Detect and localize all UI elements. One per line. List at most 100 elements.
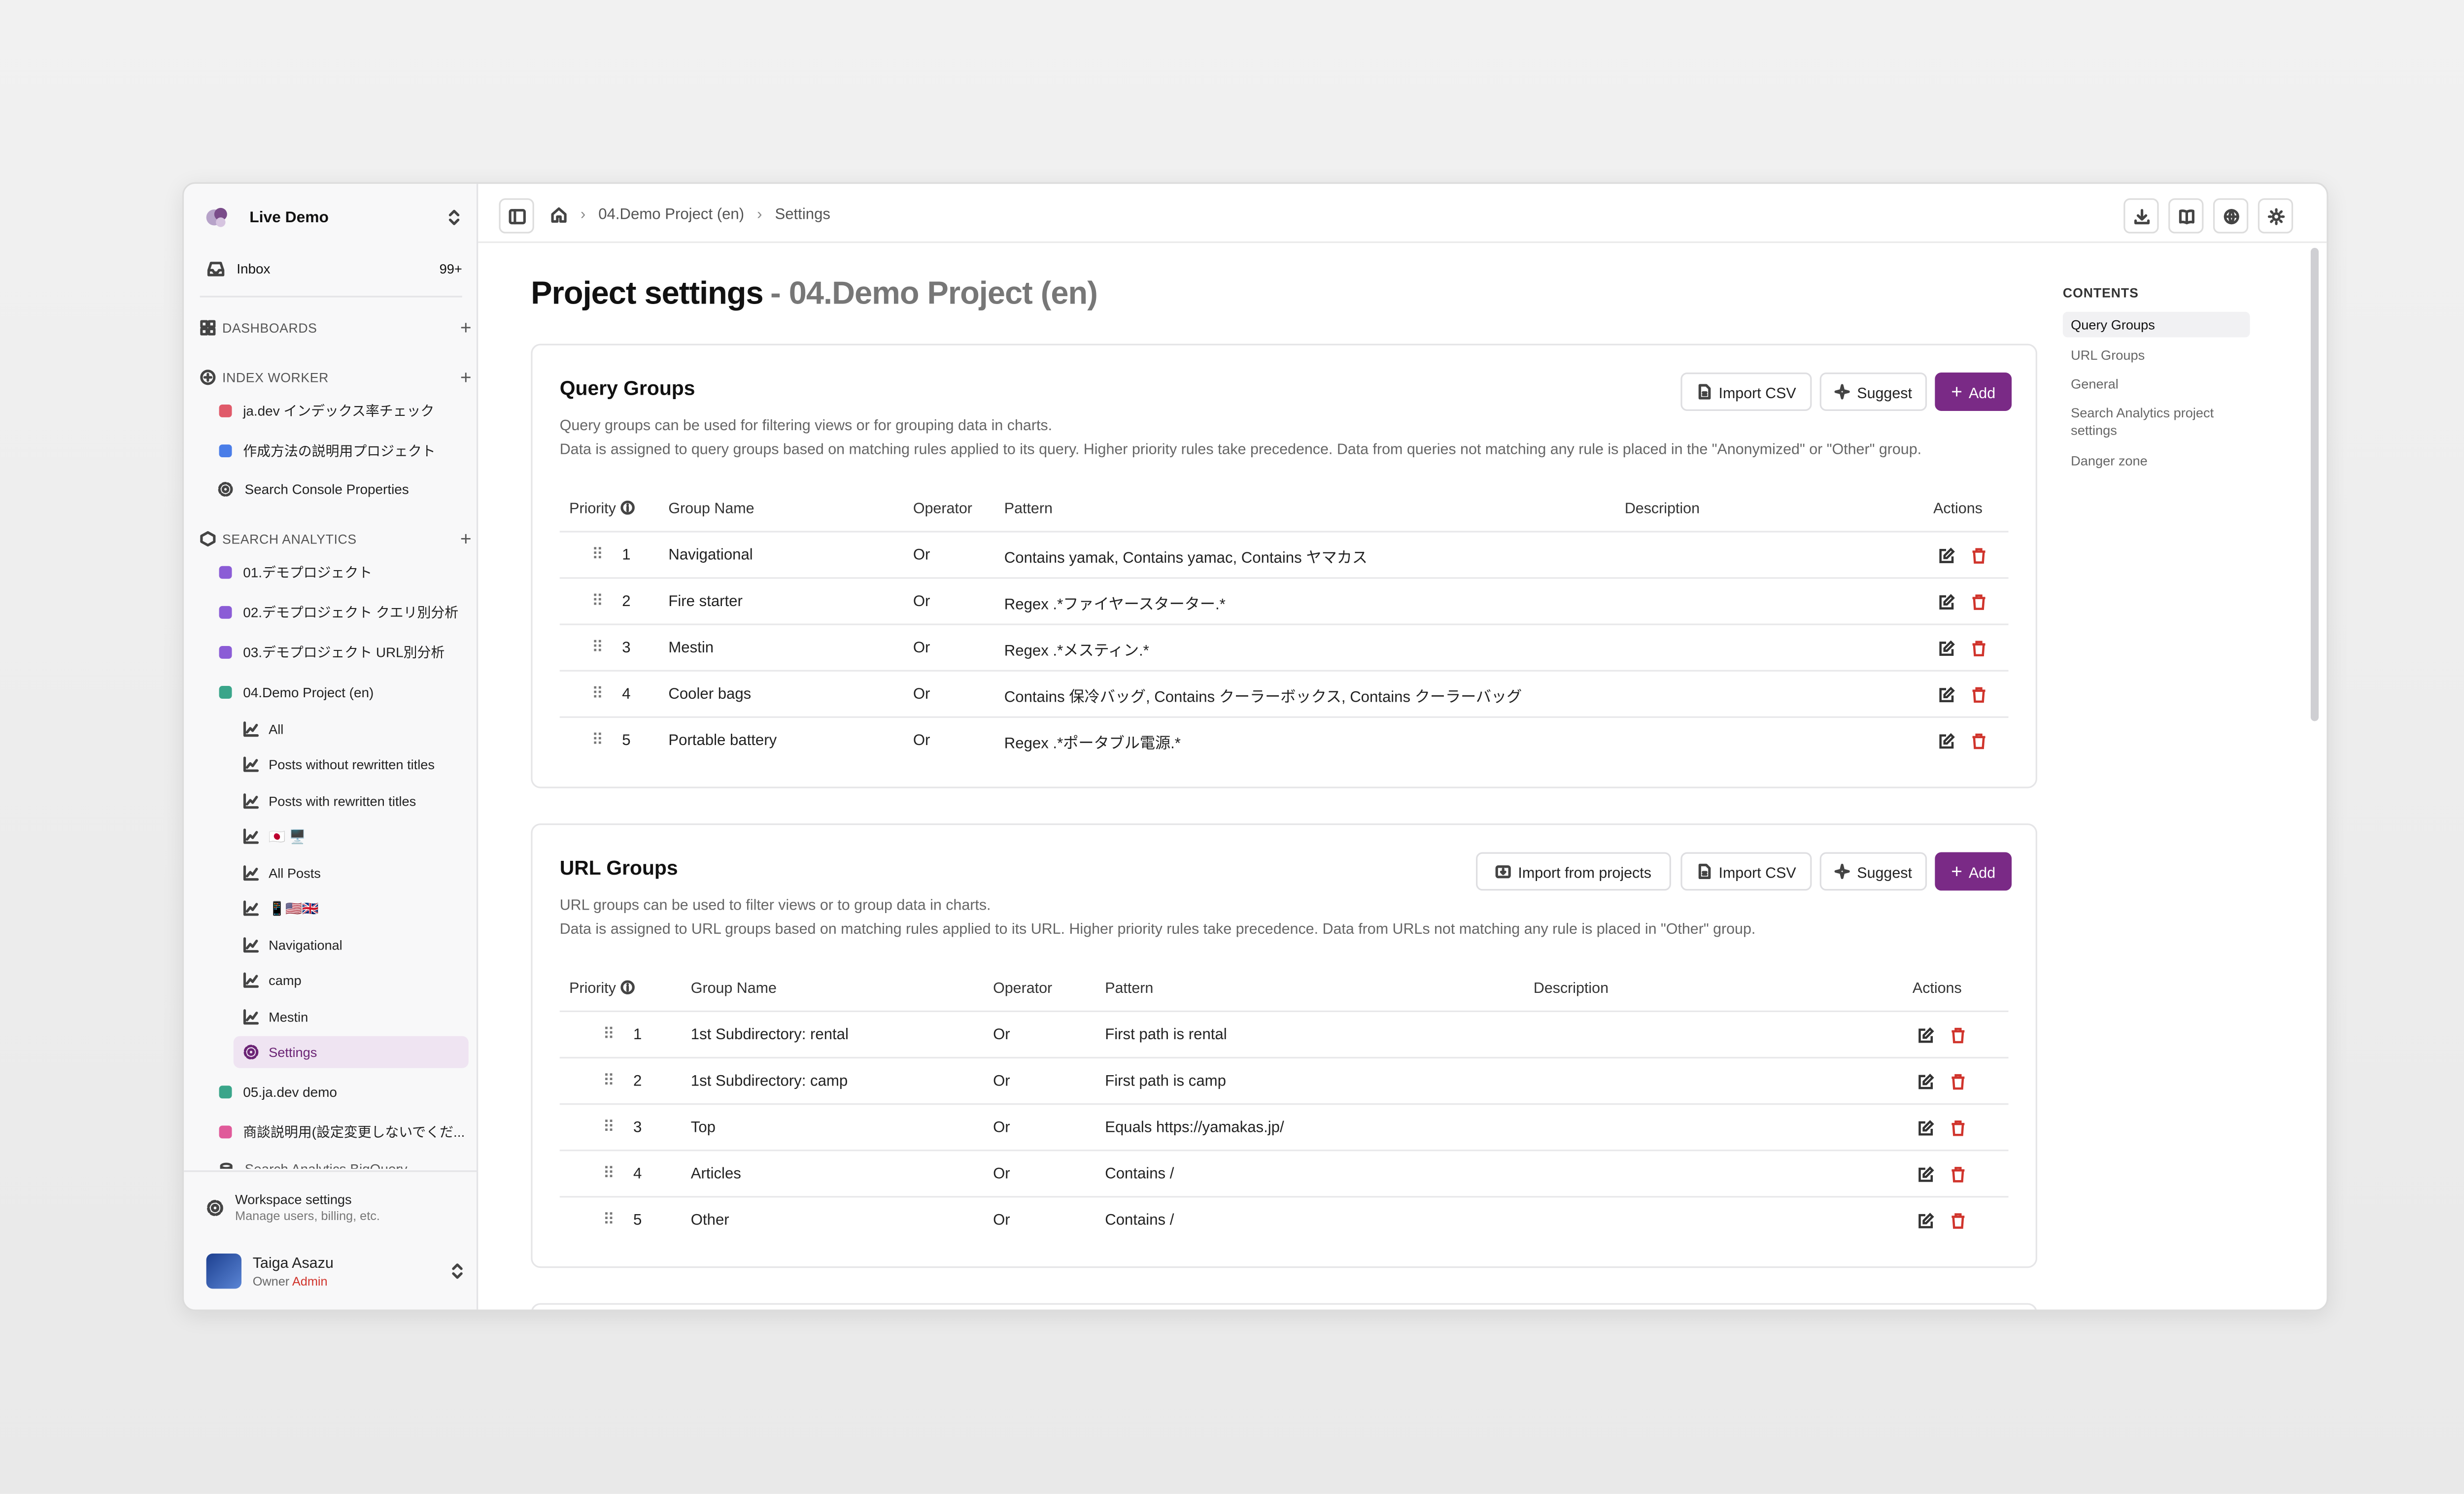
delete-icon[interactable] (1970, 579, 1988, 625)
view-item-settings[interactable]: Settings (233, 1036, 469, 1068)
edit-icon[interactable] (1917, 1012, 1935, 1058)
suggest-button[interactable]: Suggest (1819, 852, 1927, 891)
toc-item-search-analytics-settings[interactable]: Search Analytics project settings (2071, 405, 2250, 440)
download-button[interactable] (2123, 198, 2159, 234)
scrollbar-thumb[interactable] (2310, 247, 2319, 721)
drag-handle-icon[interactable]: ⠿ (592, 718, 604, 764)
row-pattern: Regex .*ポータブル電源.* (1004, 735, 1181, 752)
sidebar-item-project-05[interactable]: 05.ja.dev demo (200, 1076, 472, 1108)
drag-handle-icon[interactable]: ⠿ (592, 533, 604, 579)
info-icon[interactable] (620, 980, 635, 995)
drag-handle-icon[interactable]: ⠿ (592, 625, 604, 672)
edit-icon[interactable] (1917, 1151, 1935, 1197)
add-index-worker-icon[interactable]: + (460, 366, 472, 388)
toc-item-label: Query Groups (2071, 316, 2155, 333)
row-priority: 5 (622, 732, 631, 750)
drag-handle-icon[interactable]: ⠿ (603, 1151, 615, 1197)
suggest-button[interactable]: Suggest (1819, 373, 1927, 411)
home-icon[interactable] (550, 205, 568, 223)
sidebar-item-bigquery[interactable]: Search Analytics BigQuery (200, 1153, 472, 1169)
add-dashboard-icon[interactable]: + (460, 316, 472, 339)
edit-icon[interactable] (1917, 1058, 1935, 1105)
delete-icon[interactable] (1950, 1151, 1967, 1197)
sidebar-item-project-03[interactable]: 03.デモプロジェクト URL別分析 (200, 636, 472, 668)
view-item-all-posts[interactable]: All Posts (234, 857, 469, 889)
sidebar: Live Demo Inbox 99+ DASHBOARDS + INDEX W… (184, 184, 479, 1310)
sidebar-item-project-04[interactable]: 04.Demo Project (en) (200, 677, 472, 709)
edit-icon[interactable] (1938, 625, 1956, 672)
sidebar-item-search-console[interactable]: Search Console Properties (200, 473, 472, 505)
gear-icon (217, 481, 233, 497)
view-item-label: All Posts (269, 865, 321, 881)
edit-icon[interactable] (1938, 718, 1956, 764)
row-group-name: Cooler bags (668, 686, 752, 704)
user-menu[interactable]: Taiga Asazu Owner Admin (206, 1251, 466, 1292)
theme-toggle-button[interactable] (2258, 198, 2293, 234)
query-groups-desc-line2: Data is assigned to query groups based o… (559, 440, 1922, 458)
chevron-updown-icon[interactable] (446, 208, 462, 227)
view-item-posts-without[interactable]: Posts without rewritten titles (234, 748, 469, 781)
chevron-updown-icon[interactable] (449, 1261, 465, 1281)
sidebar-item-index-0[interactable]: ja.dev インデックス率チェック (200, 395, 472, 427)
toc-item-url-groups[interactable]: URL Groups (2071, 347, 2145, 363)
edit-icon[interactable] (1917, 1105, 1935, 1151)
delete-icon[interactable] (1950, 1105, 1967, 1151)
view-item-camp[interactable]: camp (234, 964, 469, 996)
sidebar-item-project-01[interactable]: 01.デモプロジェクト (200, 556, 472, 588)
add-button[interactable]: + Add (1935, 373, 2012, 411)
info-icon[interactable] (620, 500, 635, 515)
col-group-name: Group Name (690, 978, 777, 996)
add-button[interactable]: + Add (1935, 852, 2012, 891)
view-item-navigational[interactable]: Navigational (234, 929, 469, 961)
drag-handle-icon[interactable]: ⠿ (603, 1105, 615, 1151)
edit-icon[interactable] (1938, 533, 1956, 579)
table-row: ⠿ 5 Portable battery Or Regex .*ポータブル電源.… (559, 716, 2009, 764)
delete-icon[interactable] (1950, 1197, 1967, 1244)
breadcrumb-project[interactable]: 04.Demo Project (en) (598, 205, 744, 223)
table-row: ⠿ 5 Other Or Contains / (559, 1196, 2009, 1244)
delete-icon[interactable] (1970, 533, 1988, 579)
sidebar-item-index-1[interactable]: 作成方法の説明用プロジェクト (200, 435, 472, 467)
inbox-link[interactable]: Inbox 99+ (206, 254, 462, 283)
language-button[interactable] (2213, 198, 2249, 234)
delete-icon[interactable] (1950, 1012, 1967, 1058)
section-dashboards-label: DASHBOARDS (222, 320, 317, 335)
sidebar-item-demo-sales[interactable]: 商談説明用(設定変更しないでくだ... (200, 1116, 472, 1148)
edit-icon[interactable] (1938, 579, 1956, 625)
view-item-mestin[interactable]: Mestin (234, 1001, 469, 1033)
toc-item-general[interactable]: General (2071, 376, 2119, 392)
workspace-settings-link[interactable]: Workspace settings Manage users, billing… (206, 1188, 462, 1226)
view-item-jp-desktop[interactable]: 🇯🇵 🖥️ (234, 820, 469, 852)
line-chart-icon (243, 721, 259, 737)
delete-icon[interactable] (1970, 672, 1988, 718)
drag-handle-icon[interactable]: ⠿ (592, 579, 604, 625)
line-chart-icon (243, 828, 259, 844)
import-csv-button[interactable]: Import CSV (1680, 852, 1812, 891)
view-item-mobile-us-uk[interactable]: 📱🇺🇸🇬🇧 (234, 892, 469, 924)
toc-item-query-groups[interactable]: Query Groups (2062, 311, 2250, 338)
url-groups-title: URL Groups (559, 857, 678, 880)
import-csv-button[interactable]: Import CSV (1680, 373, 1812, 411)
docs-button[interactable] (2168, 198, 2204, 234)
view-item-label: Posts with rewritten titles (269, 793, 416, 809)
toggle-sidebar-button[interactable] (499, 198, 534, 234)
drag-handle-icon[interactable]: ⠿ (603, 1058, 615, 1105)
drag-handle-icon[interactable]: ⠿ (603, 1197, 615, 1244)
view-item-all[interactable]: All (234, 713, 469, 745)
delete-icon[interactable] (1970, 718, 1988, 764)
import-from-projects-button[interactable]: Import from projects (1476, 852, 1671, 891)
line-chart-icon (243, 937, 259, 953)
scrollbar[interactable] (2306, 241, 2327, 1310)
workspace-switcher[interactable]: Live Demo (203, 200, 462, 235)
delete-icon[interactable] (1950, 1058, 1967, 1105)
sidebar-item-project-02[interactable]: 02.デモプロジェクト クエリ別分析 (200, 596, 472, 628)
line-chart-icon (243, 756, 259, 772)
drag-handle-icon[interactable]: ⠿ (603, 1012, 615, 1058)
view-item-posts-with[interactable]: Posts with rewritten titles (234, 785, 469, 817)
edit-icon[interactable] (1938, 672, 1956, 718)
edit-icon[interactable] (1917, 1197, 1935, 1244)
drag-handle-icon[interactable]: ⠿ (592, 672, 604, 718)
add-search-analytics-icon[interactable]: + (460, 528, 472, 550)
toc-item-danger-zone[interactable]: Danger zone (2071, 452, 2148, 468)
delete-icon[interactable] (1970, 625, 1988, 672)
